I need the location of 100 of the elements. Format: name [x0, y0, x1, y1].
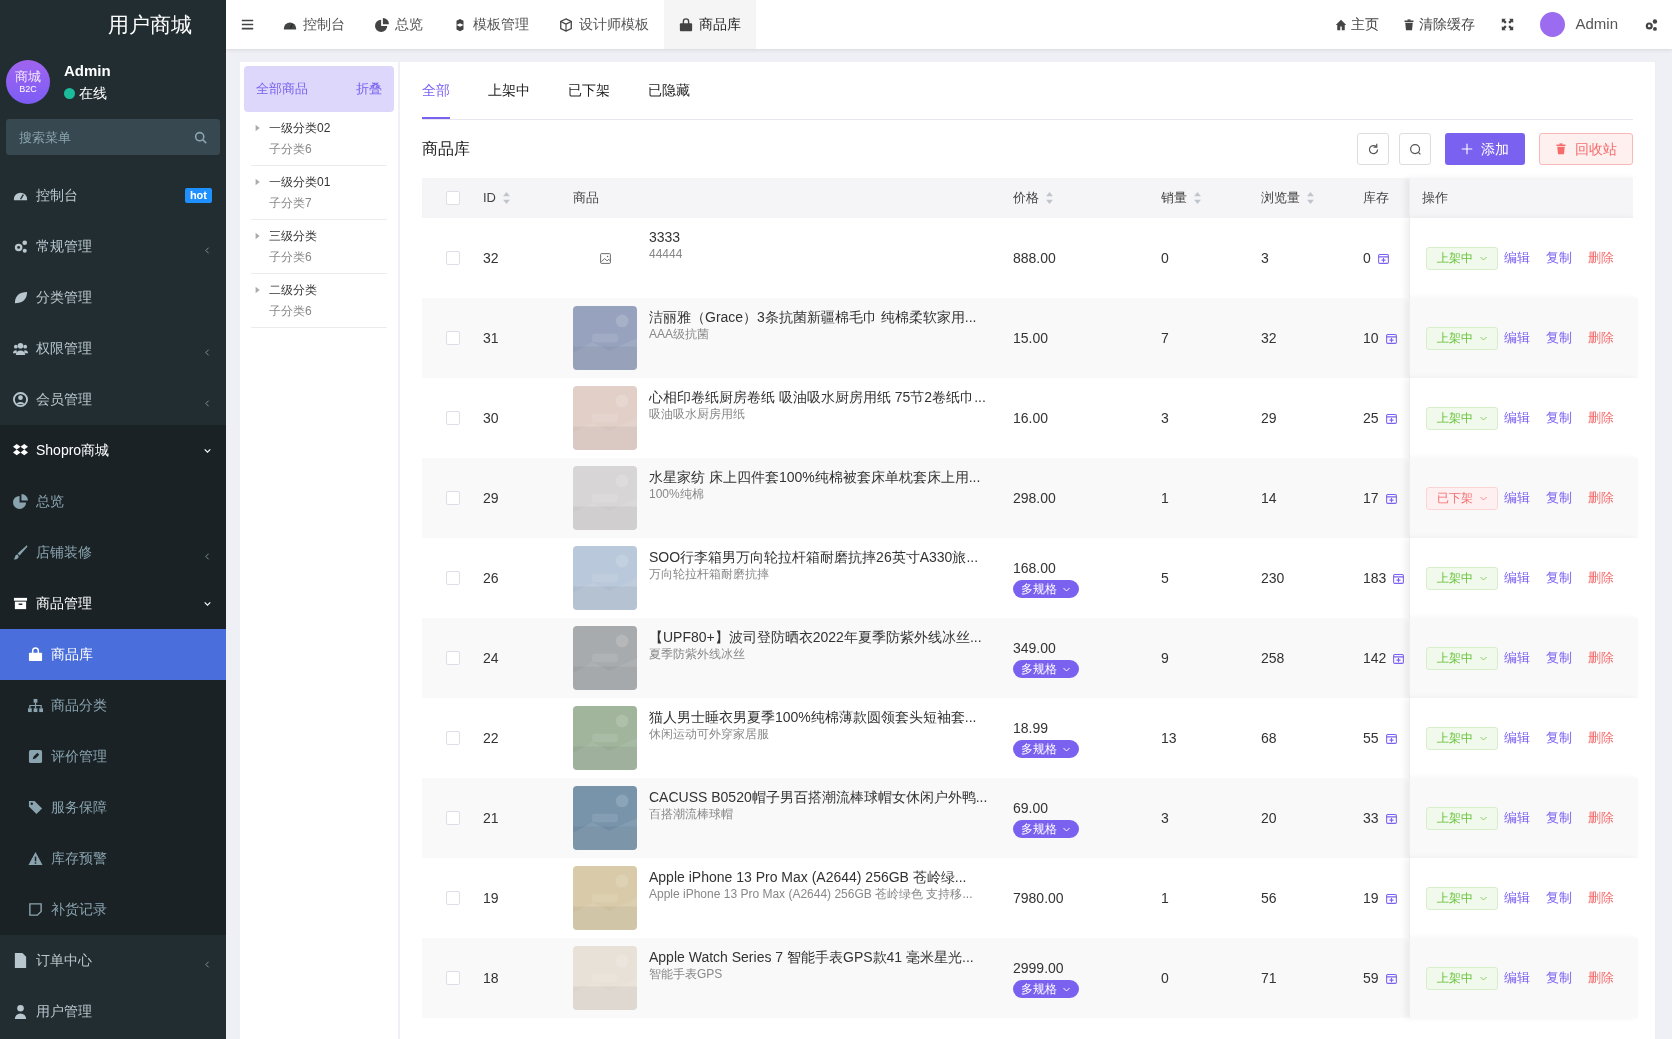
subcategory-name[interactable]: 子分类6 [254, 248, 312, 266]
nav-tab[interactable]: 设计师模板 [544, 0, 664, 49]
category-name[interactable]: 一级分类01 [269, 173, 331, 191]
sort-icon[interactable] [1306, 192, 1315, 204]
copy-link[interactable]: 复制 [1546, 808, 1572, 828]
sidebar-item[interactable]: 商品管理 [0, 578, 226, 629]
filter-tab[interactable]: 全部 [422, 80, 450, 119]
nav-link[interactable]: 清除缓存 [1391, 14, 1488, 35]
edit-link[interactable]: 编辑 [1504, 728, 1530, 748]
spec-tag[interactable]: 多规格 [1013, 660, 1079, 678]
delete-link[interactable]: 删除 [1588, 808, 1614, 828]
checkbox[interactable] [445, 571, 460, 585]
copy-link[interactable]: 复制 [1546, 488, 1572, 508]
column-header[interactable]: 价格 [1013, 188, 1054, 208]
sidebar-item[interactable]: Shopro商城 [0, 425, 226, 476]
sidebar-item[interactable]: 分类管理 [0, 272, 226, 323]
add-stock-icon[interactable] [1384, 891, 1398, 905]
delete-link[interactable]: 删除 [1588, 888, 1614, 908]
subcategory-name[interactable]: 子分类6 [254, 302, 312, 320]
edit-link[interactable]: 编辑 [1504, 648, 1530, 668]
add-stock-icon[interactable] [1384, 411, 1398, 425]
sidebar-item[interactable]: 用户管理 [0, 986, 226, 1037]
subcategory-name[interactable]: 子分类6 [254, 140, 312, 158]
category-name[interactable]: 二级分类 [269, 281, 317, 299]
filter-tab[interactable]: 已下架 [568, 80, 610, 119]
add-stock-icon[interactable] [1392, 651, 1406, 665]
nav-tab[interactable]: 总览 [360, 0, 438, 49]
user-menu[interactable]: Admin [1528, 12, 1630, 37]
search-field[interactable]: 搜索菜单 [6, 119, 220, 155]
expand-arrow-icon[interactable] [254, 178, 262, 186]
edit-link[interactable]: 编辑 [1504, 568, 1530, 588]
sidebar-item[interactable]: 权限管理 [0, 323, 226, 374]
sidebar-item[interactable]: 常规管理 [0, 221, 226, 272]
delete-link[interactable]: 删除 [1588, 248, 1614, 268]
sidebar-item[interactable]: 会员管理 [0, 374, 226, 425]
spec-tag[interactable]: 多规格 [1013, 980, 1079, 998]
copy-link[interactable]: 复制 [1546, 328, 1572, 348]
column-header[interactable]: 浏览量 [1261, 188, 1315, 208]
expand-arrow-icon[interactable] [254, 232, 262, 240]
sidebar-item[interactable]: 库存预警 [0, 833, 226, 884]
add-stock-icon[interactable] [1384, 731, 1398, 745]
column-header[interactable]: 销量 [1161, 188, 1202, 208]
sort-icon[interactable] [502, 192, 511, 204]
checkbox[interactable] [445, 731, 460, 745]
copy-link[interactable]: 复制 [1546, 408, 1572, 428]
checkbox[interactable] [445, 251, 460, 265]
edit-link[interactable]: 编辑 [1504, 808, 1530, 828]
copy-link[interactable]: 复制 [1546, 648, 1572, 668]
expand-arrow-icon[interactable] [254, 286, 262, 294]
spec-tag[interactable]: 多规格 [1013, 740, 1079, 758]
sidebar-item[interactable]: 店铺装修 [0, 527, 226, 578]
edit-link[interactable]: 编辑 [1504, 888, 1530, 908]
filter-tab[interactable]: 已隐藏 [648, 80, 690, 119]
add-stock-icon[interactable] [1384, 331, 1398, 345]
add-stock-icon[interactable] [1384, 811, 1398, 825]
filter-tab[interactable]: 上架中 [488, 80, 530, 119]
delete-link[interactable]: 删除 [1588, 568, 1614, 588]
sidebar-item[interactable]: 订单中心 [0, 935, 226, 986]
delete-link[interactable]: 删除 [1588, 328, 1614, 348]
checkbox[interactable] [445, 811, 460, 825]
search-button[interactable] [1399, 133, 1431, 165]
add-stock-icon[interactable] [1392, 571, 1406, 585]
sort-icon[interactable] [1045, 192, 1054, 204]
edit-link[interactable]: 编辑 [1504, 248, 1530, 268]
copy-link[interactable]: 复制 [1546, 968, 1572, 988]
add-button[interactable]: 添加 [1445, 133, 1525, 165]
sidebar-item[interactable]: 总览 [0, 476, 226, 527]
edit-link[interactable]: 编辑 [1504, 328, 1530, 348]
nav-tab[interactable]: 控制台 [268, 0, 360, 49]
edit-link[interactable]: 编辑 [1504, 488, 1530, 508]
delete-link[interactable]: 删除 [1588, 968, 1614, 988]
add-stock-icon[interactable] [1376, 251, 1390, 265]
expand-arrow-icon[interactable] [254, 124, 262, 132]
delete-link[interactable]: 删除 [1588, 488, 1614, 508]
add-stock-icon[interactable] [1384, 491, 1398, 505]
delete-link[interactable]: 删除 [1588, 728, 1614, 748]
edit-link[interactable]: 编辑 [1504, 968, 1530, 988]
copy-link[interactable]: 复制 [1546, 248, 1572, 268]
delete-link[interactable]: 删除 [1588, 408, 1614, 428]
delete-link[interactable]: 删除 [1588, 648, 1614, 668]
copy-link[interactable]: 复制 [1546, 728, 1572, 748]
spec-tag[interactable]: 多规格 [1013, 580, 1079, 598]
sidebar-item[interactable]: 商品库 [0, 629, 226, 680]
checkbox[interactable] [445, 411, 460, 425]
nav-tab[interactable]: 模板管理 [438, 0, 544, 49]
nav-tab[interactable]: 商品库 [664, 0, 756, 49]
category-name[interactable]: 三级分类 [269, 227, 317, 245]
spec-tag[interactable]: 多规格 [1013, 820, 1079, 838]
checkbox[interactable] [445, 491, 460, 505]
category-name[interactable]: 一级分类02 [269, 119, 331, 137]
status-select[interactable]: 已下架 [1426, 486, 1498, 510]
checkbox[interactable] [445, 191, 460, 205]
category-item[interactable]: 全部商品 折叠 [244, 66, 394, 112]
sort-icon[interactable] [1193, 192, 1202, 204]
sidebar-item[interactable]: 控制台 hot [0, 170, 226, 221]
sidebar-item[interactable]: 评价管理 [0, 731, 226, 782]
nav-link[interactable]: 主页 [1323, 14, 1392, 35]
recycle-bin-button[interactable]: 回收站 [1539, 133, 1633, 165]
sidebar-item[interactable]: 服务保障 [0, 782, 226, 833]
sidebar-item[interactable]: 商品分类 [0, 680, 226, 731]
